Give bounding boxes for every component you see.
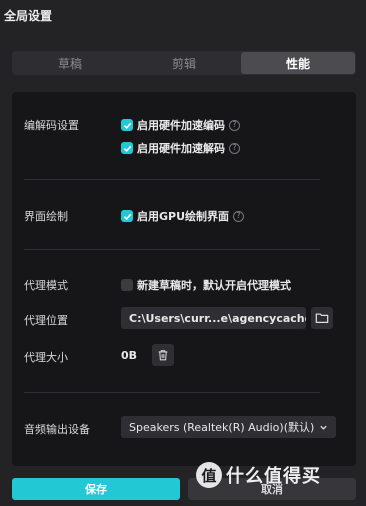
help-circle-icon[interactable]: ? [229,119,240,131]
proxy-mode-text: 新建草稿时，默认开启代理模式 [137,279,291,292]
chevron-down-icon [320,425,327,430]
divider [24,249,320,250]
check-icon [123,122,131,129]
proxy-size-value: 0B [121,349,138,362]
proxy-size-label: 代理大小 [24,351,68,364]
audio-device-select[interactable]: Speakers (Realtek(R) Audio)(默认) [121,416,336,438]
audio-device-value: Speakers (Realtek(R) Audio)(默认) [129,421,315,434]
tab-drafts[interactable]: 草稿 [13,52,127,74]
clear-cache-button[interactable] [152,344,174,366]
save-button[interactable]: 保存 [12,478,180,500]
divider [24,392,320,393]
gpu-render-option[interactable]: 启用GPU绘制界面 ? [121,208,245,224]
hw-encode-option[interactable]: 启用硬件加速编码 ? [121,117,240,133]
browse-folder-button[interactable] [311,307,333,329]
check-icon [123,145,131,152]
hw-encode-checkbox[interactable] [121,119,133,131]
settings-tabs: 草稿 剪辑 性能 [12,51,356,75]
hw-encode-label: 启用硬件加速编码 [137,119,225,132]
trash-icon [158,350,168,361]
proxy-mode-option[interactable]: 新建草稿时，默认开启代理模式 [121,277,291,293]
gpu-render-checkbox[interactable] [121,210,133,222]
tab-performance[interactable]: 性能 [241,52,355,74]
hw-decode-label: 启用硬件加速解码 [137,142,225,155]
tab-editing[interactable]: 剪辑 [127,52,241,74]
hw-decode-checkbox[interactable] [121,142,133,154]
proxy-location-field[interactable]: C:\Users\curr...e\agencycache [121,307,306,329]
divider [24,179,320,180]
proxy-mode-checkbox[interactable] [121,279,133,291]
proxy-mode-label: 代理模式 [24,279,68,292]
audio-device-label: 音频输出设备 [24,423,90,436]
render-label: 界面绘制 [24,210,68,223]
folder-icon [315,313,329,323]
proxy-location-label: 代理位置 [24,314,68,327]
gpu-render-label: 启用GPU绘制界面 [137,210,230,223]
codec-label: 编解码设置 [24,119,79,132]
window-title: 全局设置 [4,9,53,23]
help-circle-icon[interactable]: ? [229,142,240,154]
hw-decode-option[interactable]: 启用硬件加速解码 ? [121,140,240,156]
help-circle-icon[interactable]: ? [233,210,245,222]
cancel-button[interactable]: 取消 [188,478,356,500]
check-icon [123,213,131,220]
